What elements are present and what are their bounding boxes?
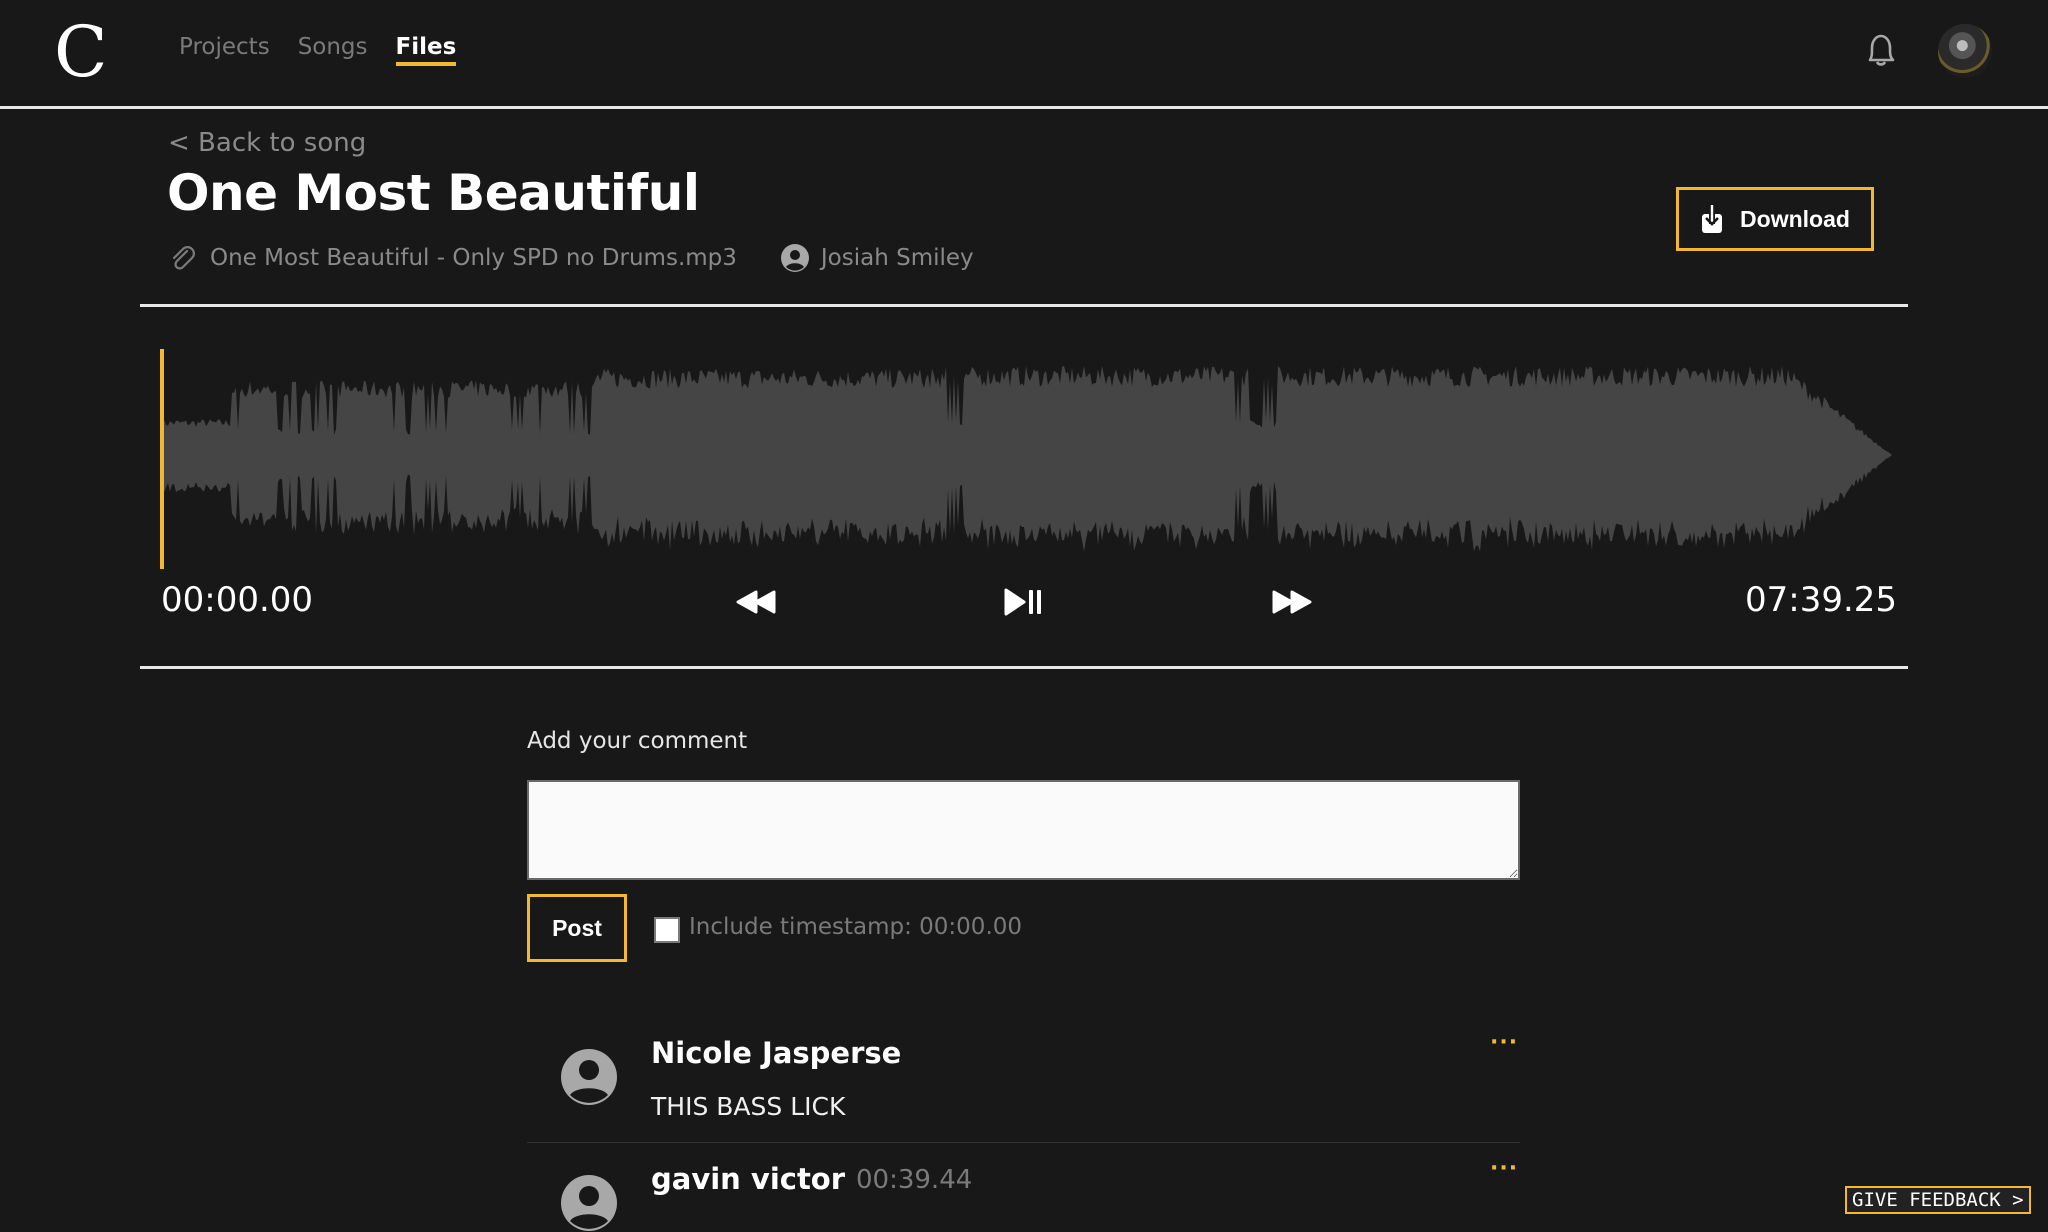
nav-files[interactable]: Files [395,34,456,66]
post-button[interactable]: Post [527,894,627,962]
user-circle-icon [561,1049,617,1105]
comment-author: Nicole Jasperse [651,1036,902,1070]
nav-projects[interactable]: Projects [179,34,270,66]
nav-songs[interactable]: Songs [298,34,368,66]
download-button[interactable]: Download [1676,187,1874,251]
playhead[interactable] [160,349,164,569]
comment-more-icon[interactable]: ··· [1490,1030,1518,1055]
header-divider [0,106,2048,109]
section-divider-top [140,304,1908,307]
comment-divider [527,1142,1520,1143]
comment-more-icon[interactable]: ··· [1490,1156,1518,1181]
back-to-song-link[interactable]: < Back to song [168,128,366,158]
duration: 07:39.25 [1745,580,1898,620]
waveform-shape [162,365,1892,552]
comment-text: THIS BASS LICK [651,1092,846,1121]
fast-forward-icon[interactable] [1270,584,1314,620]
file-owner: Josiah Smiley [820,245,974,271]
app-logo[interactable]: C [54,14,108,90]
include-timestamp-label: Include timestamp: 00:00.00 [689,914,1023,940]
user-avatar[interactable] [1938,24,1992,78]
give-feedback-button[interactable]: GIVE FEEDBACK > [1845,1186,2031,1214]
comment-input[interactable] [527,780,1520,880]
include-timestamp-checkbox[interactable] [654,917,680,943]
download-icon [1702,205,1723,233]
main-nav: Projects Songs Files [179,34,456,66]
waveform[interactable] [162,340,1892,570]
rewind-icon[interactable] [734,584,778,620]
user-circle-icon [780,244,809,272]
page-title: One Most Beautiful [167,164,700,222]
comment-label: Add your comment [527,728,748,754]
paperclip-icon [172,246,195,270]
file-meta: One Most Beautiful - Only SPD no Drums.m… [168,243,974,273]
comment-author: gavin victor [651,1162,846,1196]
file-name[interactable]: One Most Beautiful - Only SPD no Drums.m… [210,245,737,271]
comment-timestamp[interactable]: 00:39.44 [856,1165,972,1195]
current-time: 00:00.00 [161,580,314,620]
user-circle-icon [561,1175,617,1231]
download-label: Download [1740,205,1850,232]
play-pause-icon[interactable] [1002,584,1046,620]
bell-icon[interactable] [1862,30,1900,72]
section-divider-bottom [140,666,1908,669]
